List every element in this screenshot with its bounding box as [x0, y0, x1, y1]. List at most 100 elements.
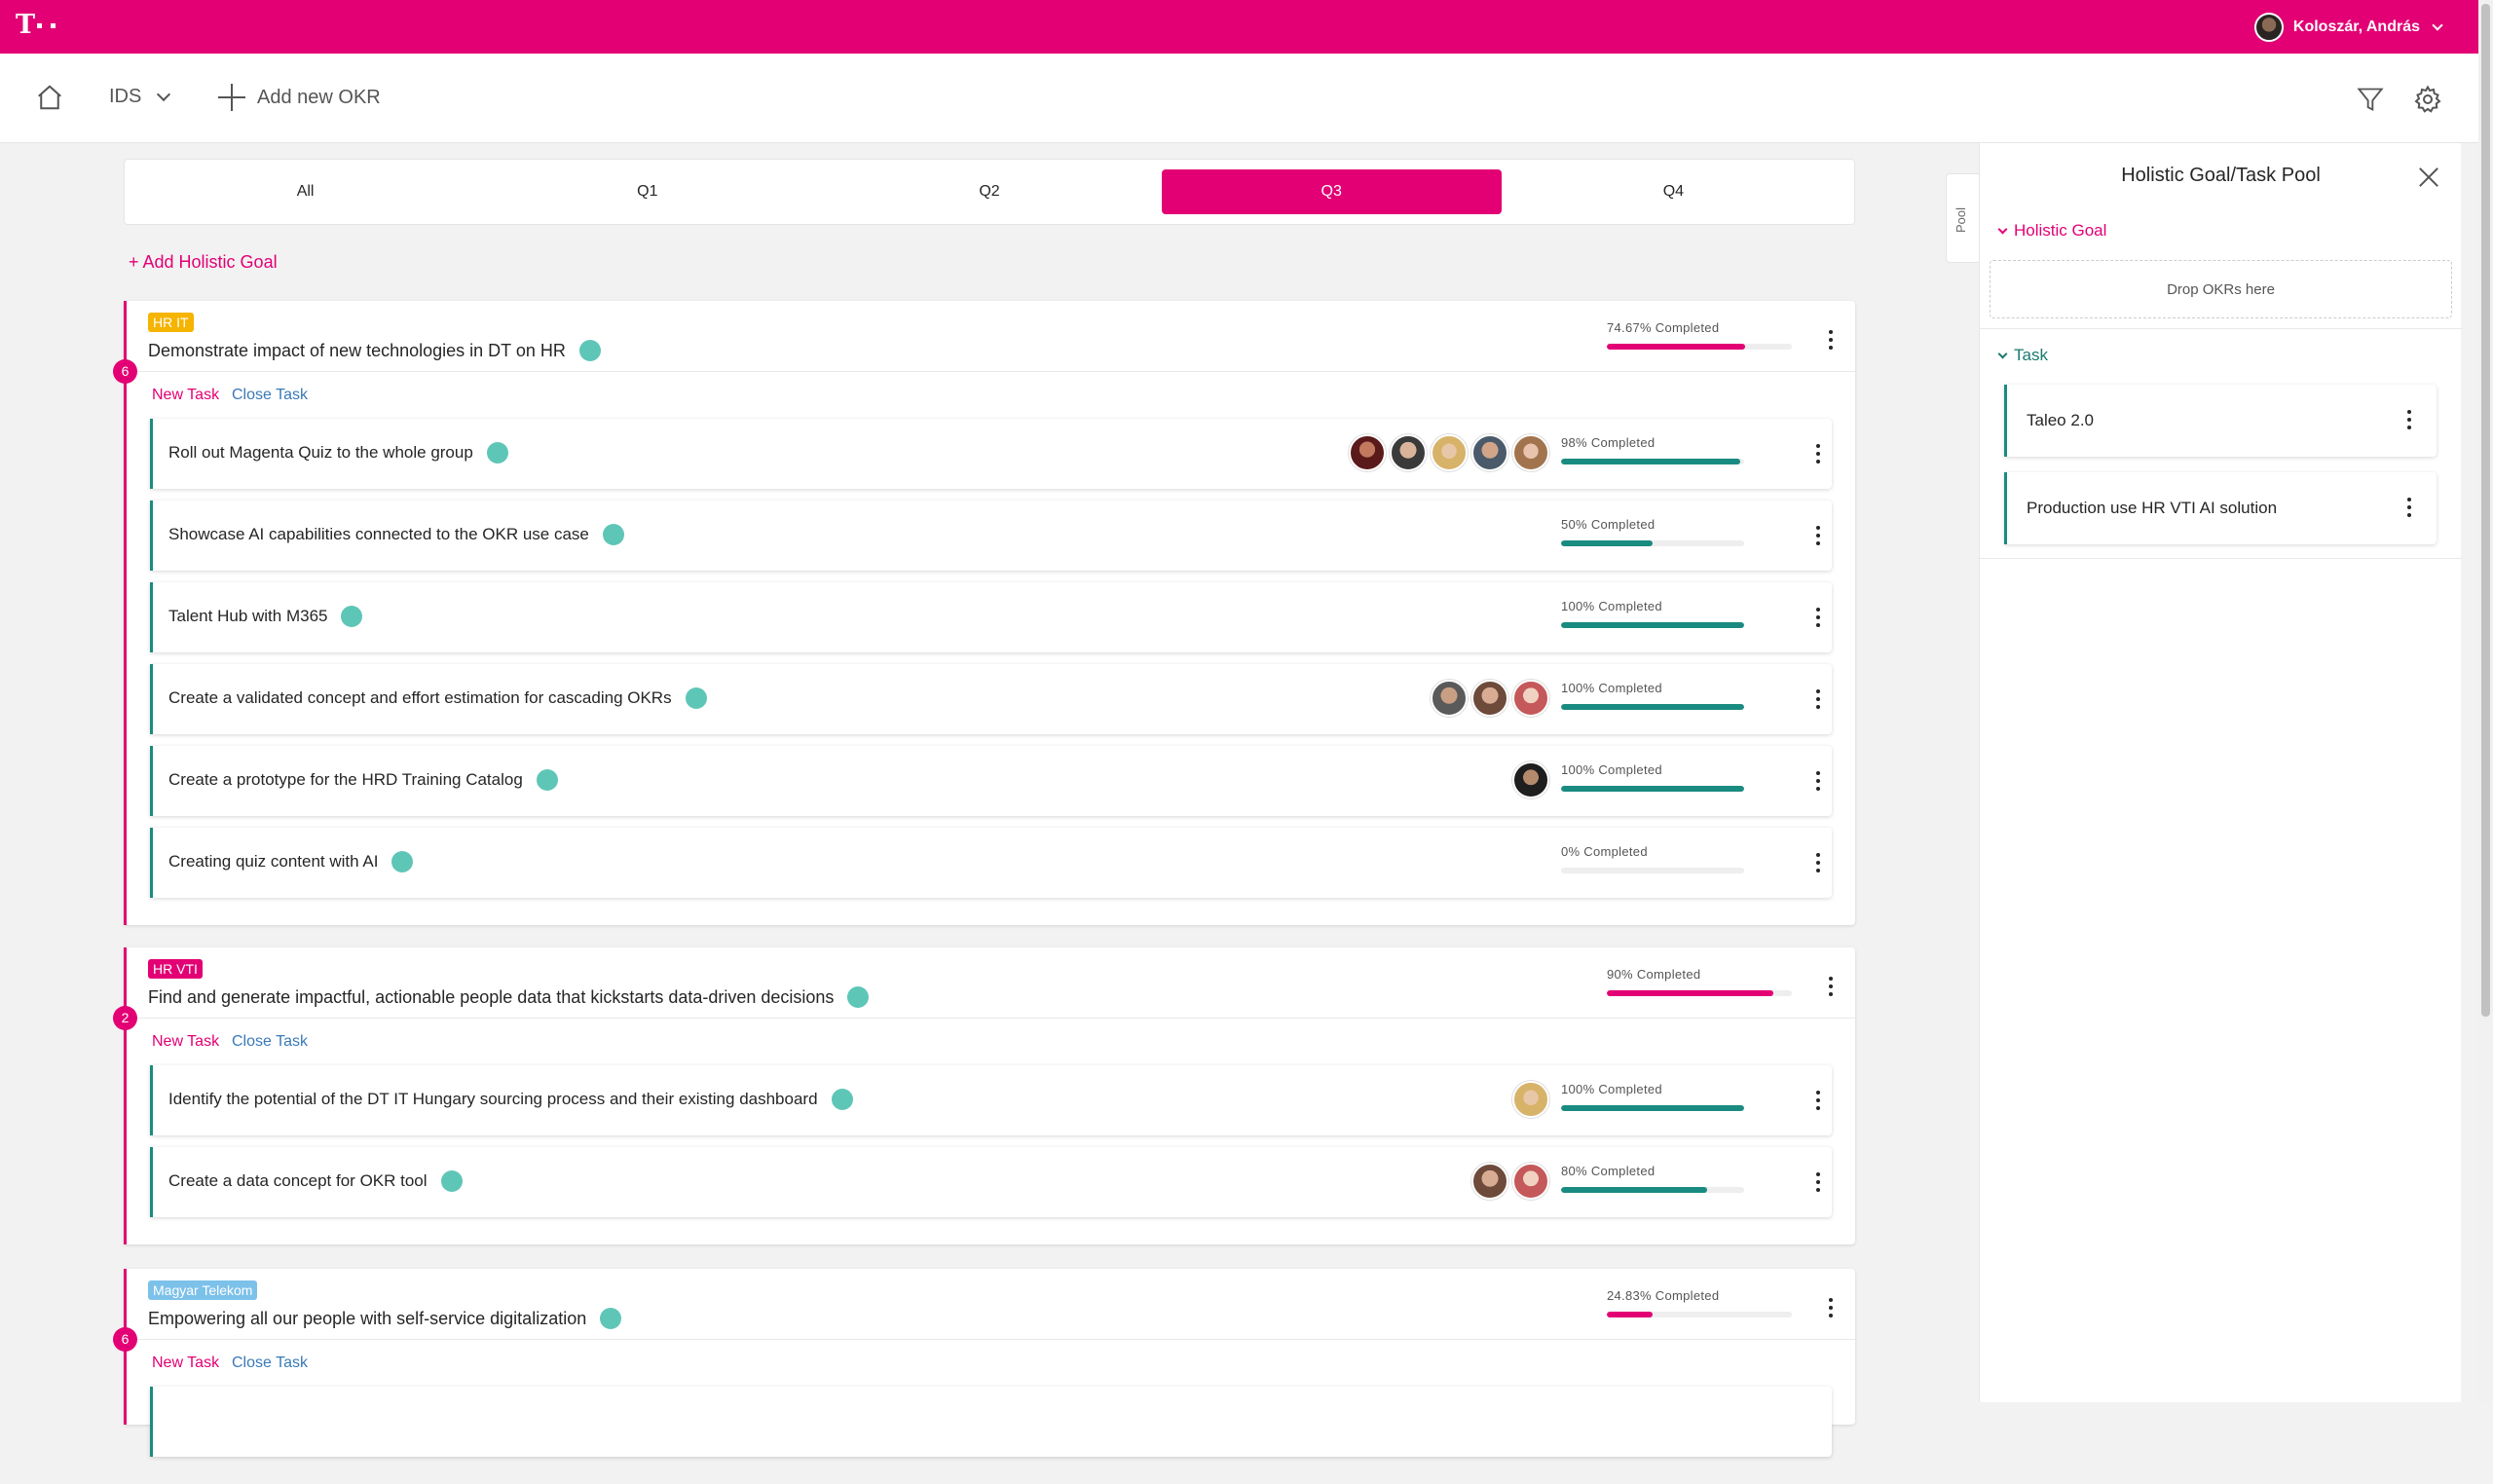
task-card[interactable]: Create a prototype for the HRD Training …: [150, 746, 1832, 816]
avatar[interactable]: [1390, 434, 1427, 471]
new-task-link[interactable]: New Task: [152, 387, 219, 404]
task-progress-bar: [1561, 459, 1744, 464]
pool-toggle-tab[interactable]: Pool: [1946, 173, 1981, 263]
org-select-value: IDS: [109, 86, 142, 107]
tab-all[interactable]: All: [135, 169, 475, 214]
task-title-text: Create a data concept for OKR tool: [168, 1171, 428, 1190]
goal-card: HR VTI Find and generate impactful, acti…: [113, 947, 1855, 1244]
task-progress-fill: [1561, 459, 1741, 464]
task-progress-fill: [1561, 1187, 1708, 1193]
more-vert-icon[interactable]: [1808, 606, 1828, 629]
close-task-link[interactable]: Close Task: [232, 1354, 308, 1372]
close-task-link[interactable]: Close Task: [232, 1033, 308, 1051]
task-card[interactable]: Create a data concept for OKR tool 80% C…: [150, 1147, 1832, 1217]
goal-title-text: Demonstrate impact of new technologies i…: [148, 340, 566, 360]
task-card[interactable]: Showcase AI capabilities connected to th…: [150, 501, 1832, 571]
avatar[interactable]: [1431, 680, 1468, 717]
avatar[interactable]: [1512, 1163, 1549, 1200]
more-vert-icon[interactable]: [1808, 524, 1828, 547]
avatar[interactable]: [1431, 434, 1468, 471]
close-task-link[interactable]: Close Task: [232, 387, 308, 404]
home-icon[interactable]: [35, 83, 64, 112]
filter-icon[interactable]: [2357, 86, 2384, 113]
task-progress: 98% Completed: [1561, 435, 1744, 464]
holistic-goal-header: Holistic Goal: [2014, 221, 2107, 240]
more-vert-icon[interactable]: [1808, 442, 1828, 465]
page-scrollbar-thumb[interactable]: [2481, 4, 2490, 1017]
goal-title: Find and generate impactful, actionable …: [148, 986, 870, 1008]
avatar[interactable]: [1512, 434, 1549, 471]
telekom-logo-icon[interactable]: T: [16, 10, 35, 41]
task-title: Showcase AI capabilities connected to th…: [168, 524, 624, 545]
tab-q2[interactable]: Q2: [819, 169, 1159, 214]
more-vert-icon[interactable]: [1821, 328, 1841, 352]
tab-q1[interactable]: Q1: [477, 169, 817, 214]
chevron-down-icon: [157, 87, 171, 101]
goal-header[interactable]: Magyar Telekom Empowering all our people…: [127, 1269, 1855, 1340]
avatar[interactable]: [1471, 434, 1508, 471]
user-menu[interactable]: Koloszár, András: [2253, 13, 2443, 42]
task-progress-bar: [1561, 704, 1744, 710]
close-icon[interactable]: [2418, 167, 2439, 188]
more-vert-icon[interactable]: [1808, 687, 1828, 711]
avatar[interactable]: [1349, 434, 1386, 471]
task-progress-bar: [1561, 786, 1744, 792]
avatar[interactable]: [1471, 1163, 1508, 1200]
tab-q4[interactable]: Q4: [1504, 169, 1843, 214]
more-vert-icon[interactable]: [1808, 851, 1828, 874]
more-vert-icon[interactable]: [2400, 408, 2419, 431]
goal-title-text: Find and generate impactful, actionable …: [148, 986, 835, 1007]
user-name: Koloszár, András: [2292, 19, 2420, 35]
status-dot-icon: [536, 769, 558, 791]
task-card[interactable]: Creating quiz content with AI 0% Complet…: [150, 828, 1832, 898]
okr-drop-zone[interactable]: Drop OKRs here: [1990, 260, 2452, 318]
goal-progress-label: 74.67% Completed: [1607, 320, 1720, 335]
status-dot-icon: [391, 851, 414, 872]
goal-header[interactable]: HR IT Demonstrate impact of new technolo…: [127, 301, 1855, 372]
status-dot-icon: [600, 1308, 622, 1329]
add-holistic-goal-link[interactable]: + Add Holistic Goal: [129, 252, 278, 273]
task-card[interactable]: Roll out Magenta Quiz to the whole group…: [150, 419, 1832, 489]
more-vert-icon[interactable]: [2400, 496, 2419, 519]
new-task-link[interactable]: New Task: [152, 1354, 219, 1372]
goal-card: HR IT Demonstrate impact of new technolo…: [113, 301, 1855, 925]
new-task-link[interactable]: New Task: [152, 1033, 219, 1051]
task-card[interactable]: Talent Hub with M365 100% Completed: [150, 582, 1832, 652]
goal-progress: 24.83% Completed: [1607, 1288, 1792, 1317]
pool-task-card[interactable]: Taleo 2.0: [2004, 385, 2437, 457]
avatar[interactable]: [1512, 680, 1549, 717]
avatar[interactable]: [1471, 680, 1508, 717]
task-progress-fill: [1561, 704, 1744, 710]
more-vert-icon[interactable]: [1821, 1296, 1841, 1319]
pool-task-title: Taleo 2.0: [2027, 411, 2094, 429]
more-vert-icon[interactable]: [1808, 769, 1828, 793]
add-okr-label: Add new OKR: [257, 86, 381, 108]
goal-badge: Magyar Telekom: [148, 1280, 258, 1300]
goal-title: Empowering all our people with self-serv…: [148, 1308, 622, 1329]
add-okr-button[interactable]: Add new OKR: [218, 84, 381, 111]
task-progress: 100% Completed: [1561, 681, 1744, 710]
gear-icon[interactable]: [2413, 85, 2442, 114]
org-select[interactable]: IDS: [109, 86, 171, 108]
task-card[interactable]: Identify the potential of the DT IT Hung…: [150, 1065, 1832, 1135]
pool-tab-label: Pool: [1953, 206, 1968, 233]
goal-badge: HR IT: [148, 313, 194, 332]
status-dot-icon: [847, 986, 870, 1008]
task-card[interactable]: Create a validated concept and effort es…: [150, 664, 1832, 734]
chevron-down-icon: [1997, 349, 2008, 358]
avatar[interactable]: [1512, 1081, 1549, 1118]
more-vert-icon[interactable]: [1821, 975, 1841, 998]
divider: [1980, 558, 2462, 559]
task-progress-label: 80% Completed: [1561, 1164, 1656, 1178]
pool-task-card[interactable]: Production use HR VTI AI solution: [2004, 472, 2437, 544]
goal-header[interactable]: HR VTI Find and generate impactful, acti…: [127, 947, 1855, 1019]
more-vert-icon[interactable]: [1808, 1089, 1828, 1112]
task-title: Create a validated concept and effort es…: [168, 687, 707, 709]
task-section-toggle[interactable]: Task: [1997, 346, 2048, 365]
goal-progress: 90% Completed: [1607, 967, 1792, 996]
task-card[interactable]: [150, 1387, 1832, 1457]
more-vert-icon[interactable]: [1808, 1170, 1828, 1194]
avatar[interactable]: [1512, 761, 1549, 798]
holistic-goal-section-toggle[interactable]: Holistic Goal: [1997, 221, 2107, 241]
tab-q3[interactable]: Q3: [1161, 169, 1502, 214]
